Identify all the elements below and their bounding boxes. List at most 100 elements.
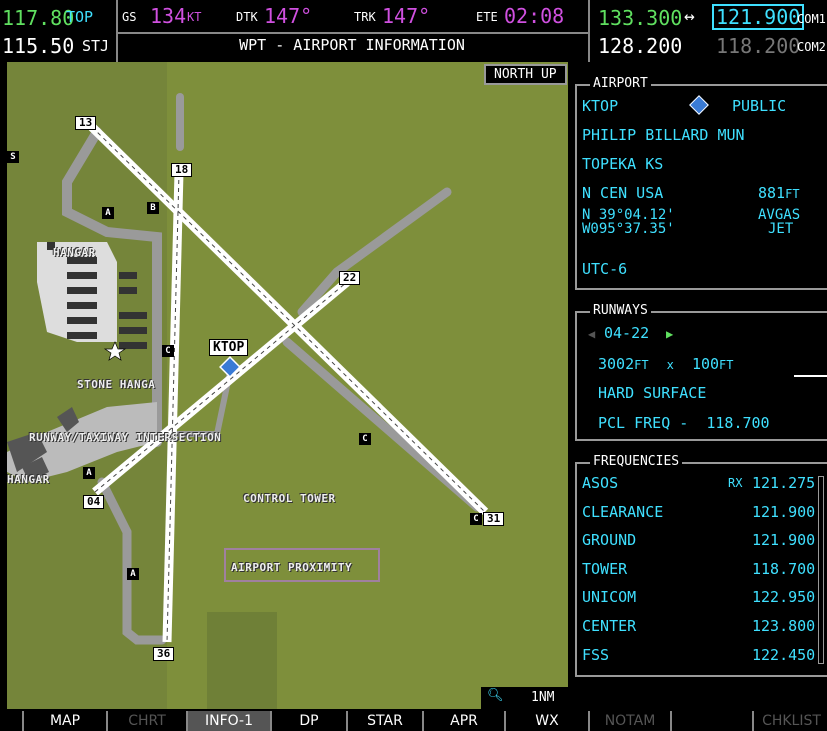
dtk-label: DTK bbox=[236, 10, 258, 24]
dtk-value: 147° bbox=[264, 4, 313, 28]
runway-by: x bbox=[666, 358, 674, 372]
map-label-stone-hangar: STONE HANGA bbox=[77, 378, 156, 391]
map-label-airport-proximity: AIRPORT PROXIMITY bbox=[231, 561, 353, 574]
nav-standby-ident: STJ bbox=[82, 37, 110, 55]
frequency-name: ASOS bbox=[582, 474, 619, 492]
swap-icon[interactable]: ↔ bbox=[684, 6, 695, 27]
runway-label: 04 bbox=[83, 495, 105, 509]
airport-utc: UTC-6 bbox=[582, 260, 628, 278]
runway-prev-icon[interactable]: ◀ bbox=[588, 327, 595, 341]
softkey-chrt[interactable]: CHRT bbox=[108, 711, 188, 731]
gs-unit: KT bbox=[187, 10, 202, 24]
runway-surface: HARD SURFACE bbox=[598, 384, 707, 402]
top-status-bar: 117.80 TOP 115.50 STJ GS 134 KT DTK 147°… bbox=[0, 0, 827, 62]
softkey-chklist[interactable]: CHKLIST bbox=[754, 711, 827, 731]
scrollbar[interactable] bbox=[818, 476, 824, 664]
frequency-value[interactable]: 121.275 bbox=[752, 474, 815, 492]
taxiway-label: C bbox=[470, 513, 482, 525]
runway-length: 3002 bbox=[598, 355, 635, 373]
airport-map[interactable]: NORTH UP 13 18 22 04 31 36 A B C C A C A… bbox=[7, 62, 568, 709]
zoom-icon[interactable]: 🔍︎ bbox=[487, 688, 504, 703]
softkey-map[interactable]: MAP bbox=[24, 711, 108, 731]
airport-region: N CEN USA bbox=[582, 184, 664, 202]
airport-city: TOPEKA KS bbox=[582, 155, 664, 173]
fuel-jet: JET bbox=[768, 221, 794, 237]
airport-use: PUBLIC bbox=[732, 97, 787, 115]
runway-label: 18 bbox=[171, 163, 193, 177]
com1-label: COM1 bbox=[797, 12, 826, 26]
airport-ident[interactable]: KTOP bbox=[582, 97, 618, 115]
com-standby-frequency[interactable]: 121.900 bbox=[712, 4, 805, 30]
softkey-dp[interactable]: DP bbox=[272, 711, 348, 731]
runway-label: 31 bbox=[483, 512, 505, 526]
frequency-value[interactable]: 118.700 bbox=[752, 560, 815, 578]
frequency-value[interactable]: 122.450 bbox=[752, 646, 815, 664]
runway-next-icon[interactable]: ▶ bbox=[666, 327, 673, 341]
info-panel: AIRPORT KTOP PUBLIC PHILIP BILLARD MUN T… bbox=[570, 62, 827, 709]
com2-label: COM2 bbox=[797, 40, 826, 54]
frequency-value[interactable]: 123.800 bbox=[752, 617, 815, 635]
softkey-blank-9[interactable] bbox=[672, 711, 754, 731]
rx-indicator: RX bbox=[728, 476, 743, 490]
taxiway-label: A bbox=[127, 568, 139, 580]
airport-ident-label[interactable]: KTOP bbox=[209, 339, 249, 356]
divider bbox=[588, 0, 590, 62]
airport-elevation: 881FT bbox=[758, 184, 800, 202]
frequency-value[interactable]: 122.950 bbox=[752, 588, 815, 606]
com2-standby-frequency[interactable]: 118.200 bbox=[716, 34, 800, 58]
runway-diagram-line bbox=[794, 375, 827, 377]
com-active-frequency[interactable]: 133.300 bbox=[598, 6, 682, 30]
frequency-name: CLEARANCE bbox=[582, 502, 664, 521]
nav-standby-frequency[interactable]: 115.50 bbox=[2, 34, 74, 58]
frequency-value[interactable]: 121.900 bbox=[752, 531, 815, 549]
softkey-wx[interactable]: WX bbox=[506, 711, 590, 731]
page-title: WPT - AIRPORT INFORMATION bbox=[239, 36, 465, 54]
airport-lon: W095°37.35' bbox=[582, 221, 675, 237]
softkey-blank-0[interactable] bbox=[0, 711, 24, 731]
frequency-name: TOWER bbox=[582, 559, 628, 578]
divider bbox=[116, 32, 588, 34]
taxiway-label: C bbox=[359, 433, 371, 445]
ete-value: 02:08 bbox=[504, 4, 565, 28]
runway-designation[interactable]: 04-22 bbox=[604, 324, 649, 342]
map-label-hangar-2: HANGAR bbox=[7, 473, 50, 486]
trk-value: 147° bbox=[382, 4, 431, 28]
runway-dimensions: 3002FT x 100FT bbox=[598, 355, 733, 373]
softkey-notam[interactable]: NOTAM bbox=[590, 711, 672, 731]
softkey-star[interactable]: STAR bbox=[348, 711, 424, 731]
runway-label: 22 bbox=[339, 271, 361, 285]
com2-active-frequency[interactable]: 128.200 bbox=[598, 34, 682, 58]
gs-value: 134 bbox=[150, 4, 187, 28]
taxiway-label: A bbox=[83, 467, 95, 479]
map-range[interactable]: 1NM bbox=[531, 690, 554, 705]
taxiway-label: C bbox=[162, 345, 174, 357]
taxiway-label: A bbox=[102, 207, 114, 219]
runway-label: 36 bbox=[153, 647, 175, 661]
frequency-name: CENTER bbox=[582, 617, 637, 635]
map-edge-label: S bbox=[7, 151, 19, 163]
airport-box-title: AIRPORT bbox=[590, 76, 651, 91]
gs-label: GS bbox=[122, 10, 137, 24]
pcl-value[interactable]: 118.700 bbox=[706, 414, 769, 432]
frequency-name: GROUND bbox=[582, 531, 637, 550]
softkey-info-1[interactable]: INFO-1 bbox=[188, 711, 272, 731]
softkey-apr[interactable]: APR bbox=[424, 711, 506, 731]
frequency-value[interactable]: 121.900 bbox=[752, 503, 815, 521]
runway-length-unit: FT bbox=[634, 358, 649, 372]
taxiway-label: B bbox=[147, 202, 159, 214]
trk-label: TRK bbox=[354, 10, 376, 24]
runway-width-unit: FT bbox=[719, 358, 734, 372]
pcl-freq: PCL FREQ - 118.700 bbox=[598, 414, 770, 432]
map-label-control-tower: CONTROL TOWER bbox=[243, 492, 336, 505]
frequencies-box-title: FREQUENCIES bbox=[590, 454, 683, 469]
pcl-label: PCL FREQ - bbox=[598, 414, 689, 432]
frequency-name: UNICOM bbox=[582, 588, 637, 607]
runway-label: 13 bbox=[75, 116, 97, 130]
nav-active-ident: TOP bbox=[66, 8, 94, 26]
airport-name: PHILIP BILLARD MUN bbox=[582, 126, 745, 144]
elevation-value: 881 bbox=[758, 184, 786, 202]
runway-width: 100 bbox=[691, 355, 720, 373]
map-orientation-label[interactable]: NORTH UP bbox=[484, 64, 567, 85]
nav-active-frequency[interactable]: 117.80 bbox=[2, 6, 74, 30]
map-label-runway-taxiway-intersection: RUNWAY/TAXIWAY INTERSECTION bbox=[29, 431, 222, 444]
